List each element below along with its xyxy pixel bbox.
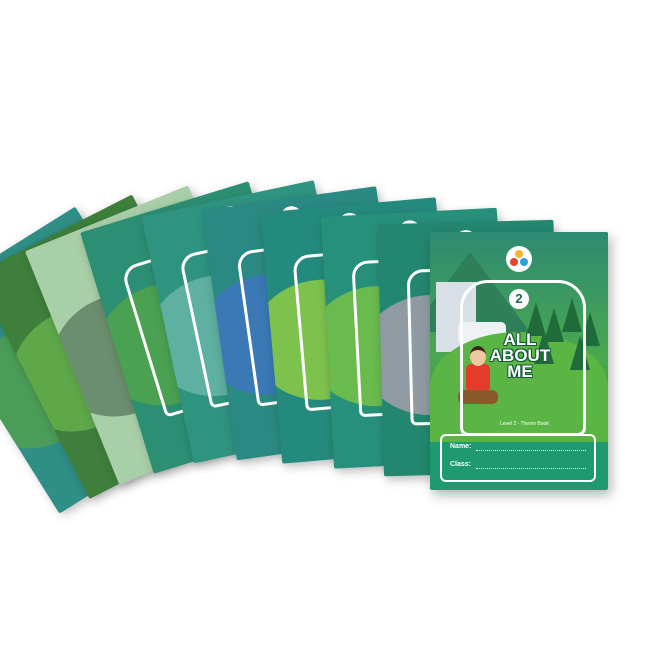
name-label: Name:: [450, 443, 472, 450]
brand-logo-icon: [506, 246, 532, 272]
title-line-3: ME: [507, 362, 533, 381]
class-line: [476, 468, 586, 469]
class-label: Class:: [450, 461, 472, 468]
level-number-badge: 2: [509, 289, 529, 309]
name-class-box: Name: Class:: [440, 434, 596, 482]
name-line: [476, 450, 586, 451]
book-fan: 2 ALL ABOUT ME Level 2 - Theme Book Name…: [0, 0, 650, 650]
cover-subtitle: Level 2 - Theme Book: [500, 421, 549, 427]
front-book-cover: 2 ALL ABOUT ME Level 2 - Theme Book Name…: [430, 232, 608, 490]
cover-title: ALL ABOUT ME: [470, 331, 570, 381]
